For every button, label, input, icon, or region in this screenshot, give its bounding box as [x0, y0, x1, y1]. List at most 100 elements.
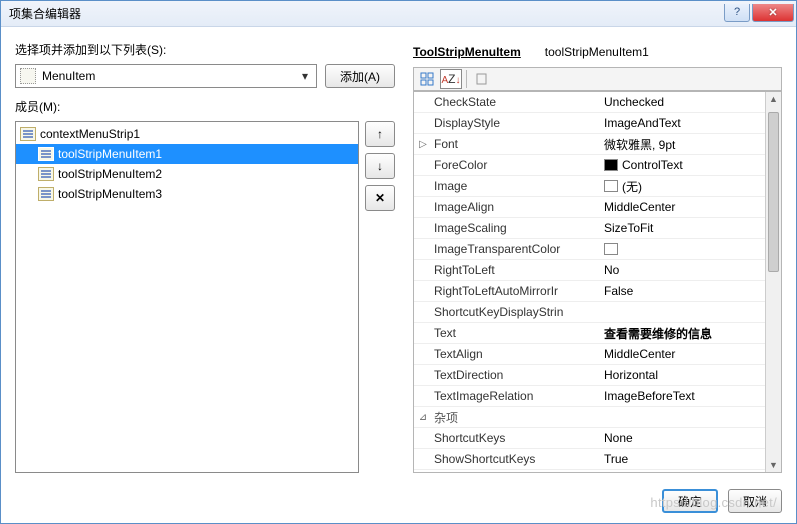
propertygrid-toolbar: AZ↓ — [413, 67, 782, 91]
property-name: Image — [432, 179, 600, 193]
move-down-button[interactable]: ↓ — [365, 153, 395, 179]
property-row[interactable]: TextDirectionHorizontal — [414, 365, 765, 386]
property-name: RightToLeftAutoMirrorIr — [432, 284, 600, 298]
property-row[interactable]: ShortcutKeyDisplayStrin — [414, 302, 765, 323]
members-label: 成员(M): — [15, 98, 395, 115]
content-area: 选择项并添加到以下列表(S): MenuItem ▾ 添加(A) 成员(M): … — [1, 27, 796, 479]
property-row[interactable]: CheckStateUnchecked — [414, 92, 765, 113]
menuitem-icon — [38, 167, 54, 181]
close-button[interactable]: ✕ — [752, 4, 794, 22]
property-name: Font — [432, 137, 600, 151]
arrow-down-icon: ↓ — [377, 159, 383, 173]
property-name: ImageTransparentColor — [432, 242, 600, 256]
vertical-scrollbar[interactable] — [765, 92, 781, 472]
property-row[interactable]: ⊿杂项 — [414, 407, 765, 428]
property-name: ShowShortcutKeys — [432, 452, 600, 466]
property-row[interactable]: RightToLeftNo — [414, 260, 765, 281]
property-row[interactable]: Text查看需要维修的信息 — [414, 323, 765, 344]
property-value[interactable]: MiddleCenter — [600, 347, 765, 361]
move-up-button[interactable]: ↑ — [365, 121, 395, 147]
window-buttons: ? ✕ — [722, 4, 794, 24]
property-row[interactable]: ShortcutKeysNone — [414, 428, 765, 449]
property-value[interactable]: 微软雅黑, 9pt — [600, 136, 765, 153]
property-name: ShortcutKeys — [432, 431, 600, 445]
property-name: 杂项 — [432, 409, 600, 426]
property-value[interactable]: 查看需要维修的信息 — [600, 325, 765, 342]
property-row[interactable]: ▷Font微软雅黑, 9pt — [414, 134, 765, 155]
property-row[interactable]: RightToLeftAutoMirrorIrFalse — [414, 281, 765, 302]
separator — [466, 70, 467, 88]
property-grid-body: CheckStateUncheckedDisplayStyleImageAndT… — [414, 92, 765, 472]
dialog-footer: 确定 取消 — [1, 479, 796, 523]
property-value[interactable]: (无) — [600, 178, 765, 195]
help-button[interactable]: ? — [724, 4, 750, 22]
property-value[interactable]: ImageBeforeText — [600, 389, 765, 403]
property-name: CheckState — [432, 95, 600, 109]
property-value[interactable]: MiddleCenter — [600, 200, 765, 214]
tree-item[interactable]: toolStripMenuItem1 — [16, 144, 358, 164]
reorder-buttons: ↑ ↓ ✕ — [365, 121, 395, 473]
menuitem-icon — [38, 187, 54, 201]
tree-item-label: toolStripMenuItem2 — [58, 167, 162, 181]
property-value[interactable] — [600, 243, 765, 255]
color-swatch — [604, 243, 618, 255]
property-value[interactable]: Unchecked — [600, 95, 765, 109]
property-name: Text — [432, 326, 600, 340]
cancel-button[interactable]: 取消 — [728, 489, 782, 513]
tree-item-label: toolStripMenuItem1 — [58, 147, 162, 161]
property-row[interactable]: ImageAlignMiddleCenter — [414, 197, 765, 218]
property-row[interactable]: TextImageRelationImageBeforeText — [414, 386, 765, 407]
add-button[interactable]: 添加(A) — [325, 64, 395, 88]
property-pages-button[interactable] — [471, 69, 493, 89]
property-row[interactable]: ForeColorControlText — [414, 155, 765, 176]
ok-button[interactable]: 确定 — [662, 489, 718, 513]
tree-item[interactable]: toolStripMenuItem3 — [16, 184, 358, 204]
type-row: MenuItem ▾ 添加(A) — [15, 64, 395, 88]
tree-item-label: toolStripMenuItem3 — [58, 187, 162, 201]
tree-root-label: contextMenuStrip1 — [40, 127, 140, 141]
expand-icon[interactable]: ▷ — [414, 139, 432, 150]
property-value[interactable]: ImageAndText — [600, 116, 765, 130]
property-name: RightToLeft — [432, 263, 600, 277]
sort-az-icon: AZ↓ — [441, 72, 460, 86]
alphabetical-button[interactable]: AZ↓ — [440, 69, 462, 89]
property-row[interactable]: Image(无) — [414, 176, 765, 197]
tree-root[interactable]: contextMenuStrip1 — [16, 124, 358, 144]
property-value[interactable]: Horizontal — [600, 368, 765, 382]
property-row[interactable]: ImageTransparentColor — [414, 239, 765, 260]
property-value[interactable]: ControlText — [600, 158, 765, 172]
tree-item[interactable]: toolStripMenuItem2 — [16, 164, 358, 184]
property-row[interactable]: DisplayStyleImageAndText — [414, 113, 765, 134]
property-name: ShortcutKeyDisplayStrin — [432, 305, 600, 319]
property-value[interactable]: SizeToFit — [600, 221, 765, 235]
property-grid[interactable]: CheckStateUncheckedDisplayStyleImageAndT… — [413, 91, 782, 473]
property-value[interactable]: False — [600, 284, 765, 298]
expand-icon[interactable]: ⊿ — [414, 412, 432, 423]
property-row[interactable]: TextAlignMiddleCenter — [414, 344, 765, 365]
property-value[interactable]: No — [600, 263, 765, 277]
right-panel: ToolStripMenuItem toolStripMenuItem1 AZ↓… — [413, 41, 782, 473]
select-type-label: 选择项并添加到以下列表(S): — [15, 41, 395, 58]
categorized-button[interactable] — [416, 69, 438, 89]
property-name: DisplayStyle — [432, 116, 600, 130]
categorized-icon — [420, 72, 434, 86]
property-row[interactable]: ImageScalingSizeToFit — [414, 218, 765, 239]
members-tree[interactable]: contextMenuStrip1 toolStripMenuItem1 too… — [15, 121, 359, 473]
menuitem-icon — [20, 68, 36, 84]
color-swatch — [604, 180, 618, 192]
delete-button[interactable]: ✕ — [365, 185, 395, 211]
instance-name: toolStripMenuItem1 — [545, 45, 649, 59]
property-value[interactable]: None — [600, 431, 765, 445]
item-type-combo[interactable]: MenuItem ▾ — [15, 64, 317, 88]
property-value[interactable]: True — [600, 452, 765, 466]
chevron-down-icon[interactable]: ▾ — [298, 69, 312, 83]
property-row[interactable]: ShowShortcutKeysTrue — [414, 449, 765, 470]
titlebar[interactable]: 项集合编辑器 ? ✕ — [1, 1, 796, 27]
property-name: TextDirection — [432, 368, 600, 382]
type-name: ToolStripMenuItem — [413, 45, 521, 59]
left-panel: 选择项并添加到以下列表(S): MenuItem ▾ 添加(A) 成员(M): … — [15, 41, 395, 473]
color-swatch — [604, 159, 618, 171]
property-name: TextImageRelation — [432, 389, 600, 403]
scrollbar-thumb[interactable] — [768, 112, 779, 272]
property-name: ImageScaling — [432, 221, 600, 235]
